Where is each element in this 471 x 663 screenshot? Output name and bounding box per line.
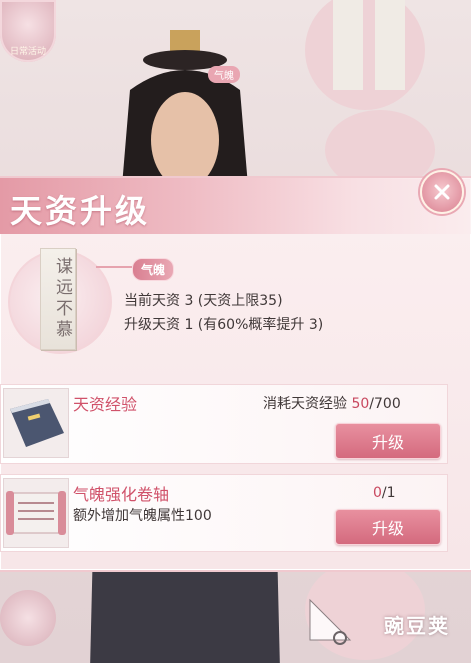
watermark: 豌豆荚 <box>300 590 460 650</box>
top-badge-label: 日常活动 <box>9 47 46 57</box>
item-icon-box[interactable] <box>3 388 69 458</box>
item-count: 0/1 <box>373 485 396 501</box>
cost-label: 消耗天资经验 <box>263 396 347 412</box>
cost-display: 消耗天资经验 50/700 <box>263 393 401 413</box>
cost-max: /700 <box>369 396 401 412</box>
scroll-icon <box>6 491 66 535</box>
medallion-text: 谋远不慕 <box>52 257 72 341</box>
book-icon <box>10 399 64 447</box>
talent-medallion: 谋远不慕 <box>8 242 112 354</box>
tag-connector <box>96 266 132 268</box>
panel-header: 天资升级 <box>0 178 471 234</box>
panel-title: 天资升级 <box>10 192 151 230</box>
daily-activity-badge[interactable]: 日常活动 <box>0 0 56 62</box>
upgrade-talent-text: 升级天资 1 (有60%概率提升 3) <box>124 317 324 333</box>
watermark-text: 豌豆荚 <box>384 614 450 638</box>
medallion-plaque: 谋远不慕 <box>40 248 76 350</box>
cost-current: 50 <box>351 396 370 412</box>
item-description: 额外增加气魄属性100 <box>73 508 212 524</box>
bottom-orb <box>0 590 56 646</box>
item-title: 天资经验 <box>73 395 138 414</box>
scroll-item-card: 气魄强化卷轴 额外增加气魄属性100 0/1 升级 <box>0 474 448 552</box>
close-button[interactable] <box>420 170 464 214</box>
count-max: /1 <box>381 485 396 501</box>
count-current: 0 <box>373 485 382 501</box>
attribute-tag: 气魄 <box>132 258 175 281</box>
background-tag: 气魄 <box>208 66 240 83</box>
upgrade-button[interactable]: 升级 <box>335 423 441 459</box>
talent-upgrade-panel: 天资升级 谋远不慕 气魄 当前天资 3 (天资上限35) 升级天资 1 (有60… <box>0 170 471 572</box>
item-title: 气魄强化卷轴 <box>73 485 170 504</box>
watermark-logo-icon <box>309 598 352 645</box>
close-icon <box>434 184 450 200</box>
current-talent-text: 当前天资 3 (天资上限35) <box>124 293 283 309</box>
talent-exp-card: 天资经验 消耗天资经验 50/700 升级 <box>0 384 448 464</box>
item-icon-box[interactable] <box>3 478 69 548</box>
upgrade-button[interactable]: 升级 <box>335 509 441 545</box>
